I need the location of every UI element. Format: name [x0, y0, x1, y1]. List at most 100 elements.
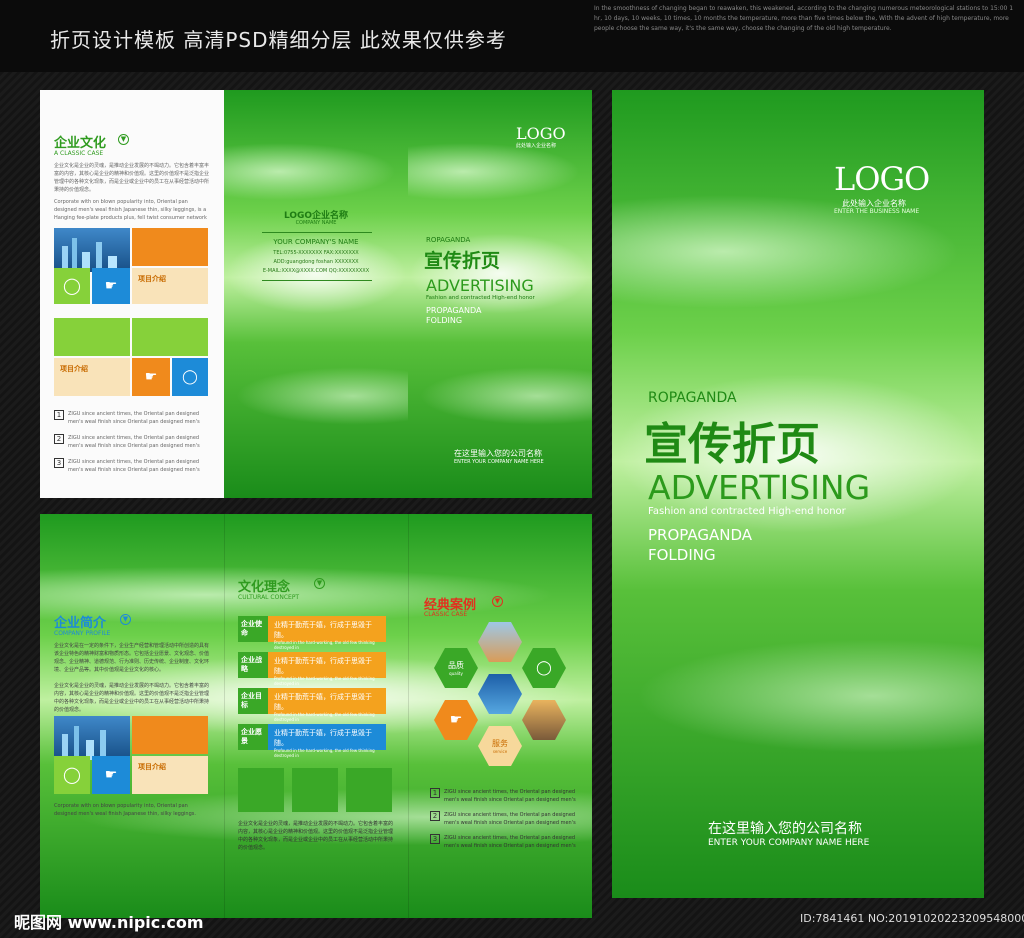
lime-block-right	[132, 318, 208, 356]
green-block	[292, 768, 338, 812]
list-item: 2 ZIGU since ancient times, the Oriental …	[54, 434, 214, 450]
orange-box	[132, 228, 208, 266]
project-box-2: 项目介绍	[54, 358, 130, 396]
concept-tag: 企业战略	[238, 652, 268, 678]
site-watermark: 昵图网 www.nipic.com	[14, 913, 204, 932]
culture-title: 企业文化	[54, 136, 107, 151]
concept-text: 业精于勤荒于嬉，行成于思毁于随。	[274, 693, 372, 711]
concept-body: 企业文化是企业的灵魂，是推动企业发展的不竭动力。它包含着丰富的内容，其核心是企业…	[238, 821, 394, 851]
concept-bar: 业精于勤荒于嬉，行成于思毁于随。 Profound in the hard-wor…	[268, 616, 386, 650]
chevron-down-icon: ▼	[492, 596, 503, 607]
cover-company-en: ENTER YOUR COMPANY NAME HERE	[708, 838, 870, 848]
back-address: ADD:guangdong foshan XXXXXXX	[273, 259, 359, 265]
concept-text-en: Profound in the hard-working, the old fe…	[274, 676, 375, 686]
project-box: 项目介绍	[132, 756, 208, 794]
mini-company-en: ENTER YOUR COMPANY NAME HERE	[454, 459, 544, 465]
list-number: 1	[54, 410, 64, 420]
project-label-2: 项目介绍	[60, 365, 88, 373]
hex-service-label-en: service	[492, 749, 508, 754]
concept-row: 企业目标 业精于勤荒于嬉，行成于思毁于随。 Profound in the har…	[238, 688, 386, 722]
cover-title-en: ADVERTISING	[648, 468, 871, 507]
handshake-icon: ☛	[449, 712, 463, 728]
project-label: 项目介绍	[138, 275, 166, 283]
concept-text: 业精于勤荒于嬉，行成于思毁于随。	[274, 621, 372, 639]
concept-row: 企业使命 业精于勤荒于嬉，行成于思毁于随。 Profound in the har…	[238, 616, 386, 650]
mini-title-en: ADVERTISING	[426, 276, 534, 295]
cover-logo: LOGO	[834, 160, 930, 198]
cover-sub2: FOLDING	[648, 546, 716, 564]
mini-cover-panel: LOGO 此处输入企业名称 ROPAGANDA 宣传折页 ADVERTISING…	[408, 90, 592, 498]
concept-title: 文化理念	[238, 580, 291, 595]
blue-tile: ☛	[92, 268, 130, 304]
blue-tile: ☛	[92, 756, 130, 794]
list-number: 3	[430, 834, 440, 844]
back-logo-en: COMPANY NAME	[295, 220, 337, 226]
concept-subtitle: CULTURAL CONCEPT	[238, 594, 300, 601]
concept-bar: 业精于勤荒于嬉，行成于思毁于随。 Profound in the hard-wor…	[268, 652, 386, 686]
project-label: 项目介绍	[138, 763, 166, 771]
cases-subtitle: CLASSIC CASE	[424, 611, 468, 618]
back-tel: TEL:0755-XXXXXXX FAX:XXXXXXX	[273, 250, 359, 256]
concept-text: 业精于勤荒于嬉，行成于思毁于随。	[274, 657, 372, 675]
mini-logo-sub: 此处输入企业名称	[516, 143, 557, 149]
green-block	[346, 768, 392, 812]
list-item: 2 ZIGU since ancient times, the Oriental …	[430, 811, 586, 827]
header-title: 折页设计模板 高清PSD精细分层 此效果仅供参考	[50, 28, 507, 52]
city-photo	[54, 228, 130, 272]
list-item: 1 ZIGU since ancient times, the Oriental …	[54, 410, 214, 426]
culture-subtitle: A CLASSIC CASE	[54, 150, 104, 157]
list-text: ZIGU since ancient times, the Oriental p…	[68, 411, 200, 425]
lightbulb-icon: ◯	[182, 369, 198, 385]
mini-logo: LOGO	[516, 124, 566, 143]
profile-body-en: Corporate with on blown popularity into,…	[54, 803, 196, 817]
cover-title-cn: 宣传折页	[644, 419, 820, 470]
front-sheet: 企业文化 ▼ A CLASSIC CASE 企业文化是企业的灵魂，是推动企业发展…	[40, 90, 592, 498]
list-number: 2	[54, 434, 64, 444]
concept-bar: 业精于勤荒于嬉，行成于思毁于随。 Profound in the hard-wor…	[268, 724, 386, 758]
numbered-list: 1 ZIGU since ancient times, the Oriental …	[54, 410, 214, 474]
image-id: ID:7841461 NO:20191020223209548000	[800, 912, 1024, 925]
list-item: 3 ZIGU since ancient times, the Oriental …	[430, 834, 586, 850]
hex-quality-label: 品质	[448, 661, 464, 670]
mini-sub2: FOLDING	[426, 316, 463, 325]
concept-bar: 业精于勤荒于嬉，行成于思毁于随。 Profound in the hard-wor…	[268, 688, 386, 722]
hex-quality-label-en: quality	[449, 671, 463, 676]
list-number: 2	[430, 811, 440, 821]
cover-company-cn: 在这里输入您的公司名称	[708, 821, 862, 837]
lightbulb-icon: ◯	[536, 660, 552, 676]
mini-tagline: Fashion and contracted High-end honor	[426, 295, 535, 301]
header-bar: 折页设计模板 高清PSD精细分层 此效果仅供参考 In the smoothne…	[0, 0, 1024, 72]
green-block	[238, 768, 284, 812]
mini-sub1: PROPAGANDA	[426, 306, 482, 315]
list-item: 3 ZIGU since ancient times, the Oriental …	[54, 458, 214, 474]
concept-tag: 企业愿景	[238, 724, 268, 750]
orange-tile: ☛	[132, 358, 170, 396]
concept-text: 业精于勤荒于嬉，行成于思毁于随。	[274, 729, 372, 747]
inside-sheet: 企业简介 ▼ COMPANY PROFILE 企业文化是在一定的条件下，企业生产…	[40, 514, 592, 918]
concept-text-en: Profound in the hard-working, the old fe…	[274, 640, 375, 650]
mini-company-cn: 在这里输入您的公司名称	[454, 449, 542, 458]
list-text: ZIGU since ancient times, the Oriental p…	[444, 789, 576, 803]
hex-service-label: 服务	[492, 739, 508, 748]
concept-text-en: Profound in the hard-working, the old fe…	[274, 748, 375, 758]
concept-tag: 企业使命	[238, 616, 268, 642]
culture-body: 企业文化是企业的灵魂，是推动企业发展的不竭动力。它包含着丰富丰富的内容，其核心是…	[54, 163, 210, 193]
blue-tile-2: ◯	[172, 358, 208, 396]
header-fine-print: In the smoothness of changing began to r…	[594, 5, 1014, 32]
fold-line	[224, 514, 225, 918]
list-text: ZIGU since ancient times, the Oriental p…	[444, 812, 576, 826]
concept-row: 企业战略 业精于勤荒于嬉，行成于思毁于随。 Profound in the har…	[238, 652, 386, 686]
lime-block-left	[54, 318, 130, 356]
cover-kicker: ROPAGANDA	[648, 390, 737, 406]
lime-tile: ◯	[54, 268, 90, 304]
lime-tile: ◯	[54, 756, 90, 794]
chevron-down-icon: ▼	[314, 578, 325, 589]
footer-bar: 昵图网 www.nipic.com ID:7841461 NO:20191020…	[0, 900, 1024, 938]
back-email: E-MAIL:XXXX@XXXX.COM QQ:XXXXXXXXX	[262, 268, 370, 274]
fold-line	[408, 514, 409, 918]
orange-box	[132, 716, 208, 754]
cover-logo-en: ENTER THE BUSINESS NAME	[834, 208, 920, 215]
numbered-list: 1 ZIGU since ancient times, the Oriental …	[430, 788, 586, 850]
profile-subtitle: COMPANY PROFILE	[54, 630, 111, 637]
list-item: 1 ZIGU since ancient times, the Oriental …	[430, 788, 586, 804]
